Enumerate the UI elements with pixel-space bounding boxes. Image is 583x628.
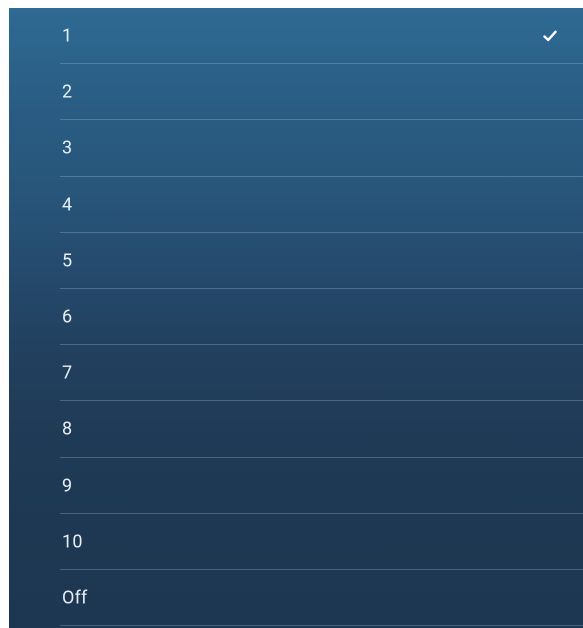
- option-label: 8: [62, 418, 73, 440]
- option-label: 1: [62, 25, 73, 47]
- option-label: 4: [62, 194, 73, 216]
- option-label: 6: [62, 306, 73, 328]
- option-label: 10: [62, 531, 83, 553]
- option-label: 9: [62, 475, 73, 497]
- list-item-option-9[interactable]: 9: [9, 458, 583, 514]
- list-item-option-4[interactable]: 4: [9, 177, 583, 233]
- selection-list-panel: 1 2 3 4 5 6 7 8 9 10 Off: [9, 8, 583, 628]
- list-item-option-7[interactable]: 7: [9, 345, 583, 402]
- list-item-option-6[interactable]: 6: [9, 289, 583, 346]
- option-label: Off: [62, 587, 88, 609]
- list-item-option-8[interactable]: 8: [9, 401, 583, 458]
- list-item-option-3[interactable]: 3: [9, 120, 583, 177]
- option-label: 5: [62, 250, 73, 272]
- option-label: 7: [62, 362, 73, 384]
- checkmark-icon: [543, 30, 557, 42]
- option-label: 3: [62, 137, 73, 159]
- option-list: 1 2 3 4 5 6 7 8 9 10 Off: [9, 8, 583, 627]
- option-label: 2: [62, 81, 73, 103]
- list-item-option-5[interactable]: 5: [9, 233, 583, 290]
- list-item-option-1[interactable]: 1: [9, 8, 583, 65]
- list-item-option-10[interactable]: 10: [9, 514, 583, 571]
- list-item-option-2[interactable]: 2: [9, 64, 583, 121]
- list-item-option-off[interactable]: Off: [9, 570, 583, 627]
